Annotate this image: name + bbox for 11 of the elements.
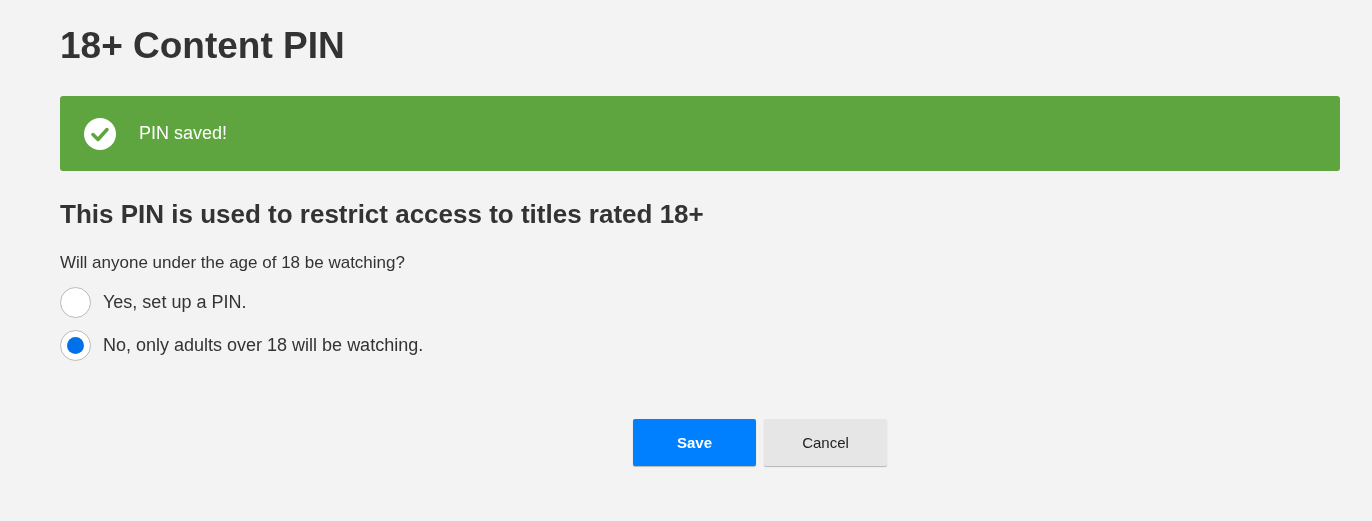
page-title: 18+ Content PIN	[60, 24, 346, 68]
save-button[interactable]: Save	[633, 419, 756, 466]
radio-button[interactable]	[60, 330, 91, 361]
radio-button[interactable]	[60, 287, 91, 318]
alert-message: PIN saved!	[139, 123, 228, 144]
check-circle-icon	[84, 117, 116, 150]
section-heading: This PIN is used to restrict access to titles rated 18+	[60, 198, 705, 231]
option-label[interactable]: Yes, set up a PIN.	[103, 292, 247, 313]
option-label[interactable]: No, only adults over 18 will be watching.	[103, 335, 424, 356]
question-text: Will anyone under the age of 18 be watching?	[60, 252, 406, 274]
cancel-button[interactable]: Cancel	[764, 419, 887, 466]
